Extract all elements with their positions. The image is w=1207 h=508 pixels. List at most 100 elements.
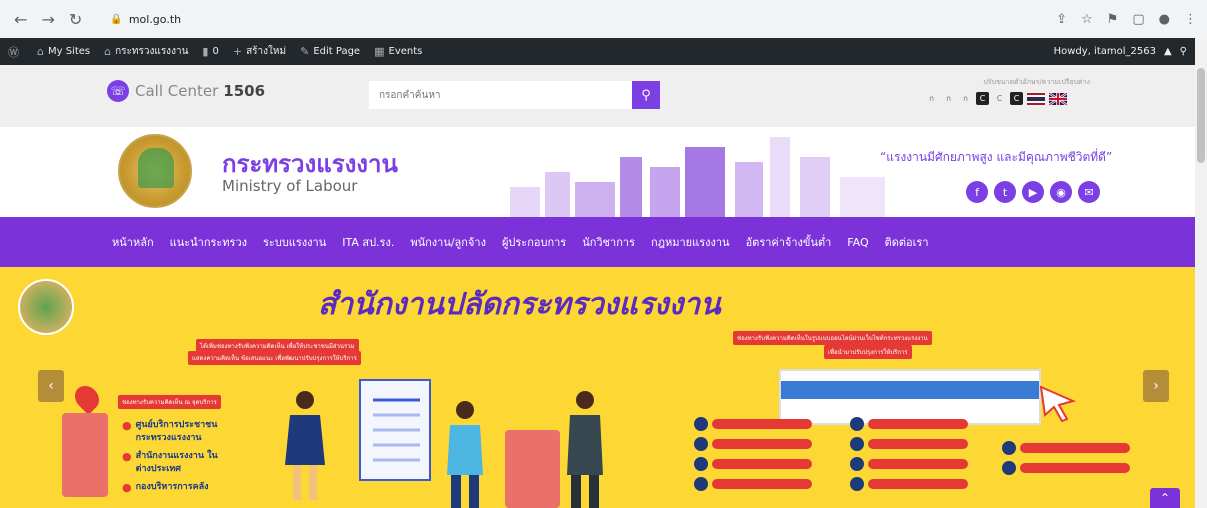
menu-item-faq[interactable]: FAQ xyxy=(847,236,868,249)
my-sites-link[interactable]: ⌂ My Sites xyxy=(37,45,90,58)
social-links: f t ▶ ◉ ✉ xyxy=(966,181,1100,203)
chevron-left-icon: ‹ xyxy=(48,378,54,394)
channels-label: ช่องทางรับความคิดเห็น ณ จุดบริการ xyxy=(118,395,221,409)
skyline-illustration xyxy=(510,137,885,217)
window-icon[interactable]: ▢ xyxy=(1132,12,1144,27)
comment-icon: ▮ xyxy=(202,45,209,58)
forward-arrow-icon[interactable]: → xyxy=(37,8,58,30)
menu-item-contact[interactable]: ติดต่อเรา xyxy=(885,233,929,251)
lock-icon: 🔒 xyxy=(110,13,123,25)
banner-left-text-2: แสดงความคิดเห็น ข้อเสนอแนะ เพื่อพัฒนาปรั… xyxy=(188,351,361,365)
rss-icon[interactable]: ◉ xyxy=(1050,181,1072,203)
carousel-next-button[interactable]: › xyxy=(1143,370,1169,402)
chevron-up-icon: ⌃ xyxy=(1159,491,1171,505)
wp-admin-bar: Ⓦ ⌂ My Sites ⌂ กระทรวงแรงงาน ▮ 0 + สร้างใหม่… xyxy=(0,38,1195,65)
howdy-user[interactable]: Howdy, itamol_2563 xyxy=(1054,46,1156,57)
events-link[interactable]: ▦ Events xyxy=(374,45,422,58)
email-icon[interactable]: ✉ xyxy=(1078,181,1100,203)
menu-item-ita[interactable]: ITA สป.รง. xyxy=(342,233,394,251)
browser-toolbar: ← → ↻ 🔒 mol.go.th ⇪ ☆ ⚑ ▢ ● ⋮ xyxy=(0,0,1207,38)
user-avatar-icon[interactable]: ▲ xyxy=(1164,46,1172,57)
comments-link[interactable]: ▮ 0 xyxy=(202,45,218,58)
uk-flag-icon[interactable] xyxy=(1049,92,1067,105)
new-content-link[interactable]: + สร้างใหม่ xyxy=(233,44,286,59)
twitter-icon[interactable]: t xyxy=(994,181,1016,203)
carousel-prev-button[interactable]: ‹ xyxy=(38,370,64,402)
line-icon xyxy=(694,417,708,431)
star-icon[interactable]: ☆ xyxy=(1081,12,1093,27)
banner-right-text-1: ช่องทางรับฟังความคิดเห็นในรูปแบบออนไลน์ผ… xyxy=(733,331,932,345)
font-medium-button[interactable]: ก xyxy=(942,92,955,105)
accessibility-controls: ก ก ก C C C xyxy=(925,92,1067,105)
thai-flag-icon[interactable] xyxy=(1027,92,1045,105)
mail-icon xyxy=(1002,461,1016,475)
profile-icon[interactable]: ● xyxy=(1159,12,1170,27)
cursor-pointer-icon xyxy=(1039,385,1076,423)
site-name-link[interactable]: ⌂ กระทรวงแรงงาน xyxy=(104,44,188,59)
search-icon: ⚲ xyxy=(641,87,651,103)
globe-icon xyxy=(850,417,864,431)
people-illustration xyxy=(285,379,603,508)
channel-row xyxy=(850,457,968,471)
person-icon xyxy=(1002,441,1016,455)
chevron-right-icon: › xyxy=(1153,378,1159,394)
contrast-normal-button[interactable]: C xyxy=(993,92,1006,105)
link-icon xyxy=(850,477,864,491)
menu-item-employees[interactable]: พนักงาน/ลูกจ้าง xyxy=(410,233,486,251)
ministry-slogan: “แรงงานมีศักยภาพสูง และมีคุณภาพชีวิตที่ด… xyxy=(880,150,1113,164)
email-icon xyxy=(694,477,708,491)
menu-icon[interactable]: ⋮ xyxy=(1184,12,1197,27)
page-scrollbar[interactable] xyxy=(1195,38,1207,508)
channel-list: ● ศูนย์บริการประชาชน กระทรวงแรงงาน ● สำนัก… xyxy=(122,419,226,499)
ministry-seal-logo xyxy=(18,279,74,335)
facebook-icon xyxy=(694,457,708,471)
menu-item-about[interactable]: แนะนำกระทรวง xyxy=(170,233,247,251)
youtube-icon[interactable]: ▶ xyxy=(1022,181,1044,203)
extensions-icon[interactable]: ⚑ xyxy=(1107,12,1119,27)
contrast-high-button[interactable]: C xyxy=(1010,92,1023,105)
edit-page-link[interactable]: ✎ Edit Page xyxy=(300,45,360,58)
search-button[interactable]: ⚲ xyxy=(632,81,660,109)
call-center: ☏ Call Center 1506 xyxy=(107,80,265,102)
main-menu: หน้าหลัก แนะนำกระทรวง ระบบแรงงาน ITA สป.… xyxy=(0,217,1195,267)
call-center-label: Call Center xyxy=(135,82,219,100)
menu-item-minimum-wage[interactable]: อัตราค่าจ้างขั้นต่ำ xyxy=(746,233,832,251)
scrollbar-thumb[interactable] xyxy=(1197,68,1205,163)
contrast-dark-button[interactable]: C xyxy=(976,92,989,105)
channel-row xyxy=(694,437,812,451)
menu-item-academics[interactable]: นักวิชาการ xyxy=(582,233,635,251)
plus-icon: + xyxy=(232,45,243,58)
channel-row xyxy=(1002,441,1130,455)
search-icon[interactable]: ⚲ xyxy=(1180,46,1187,57)
pin-icon: ● xyxy=(122,419,132,432)
pin-icon: ● xyxy=(122,481,132,494)
accessibility-label: ปรับขนาดตัวอักษร/ความเปรียบต่าง xyxy=(983,78,1090,86)
search-input[interactable] xyxy=(369,81,632,109)
menu-item-employers[interactable]: ผู้ประกอบการ xyxy=(502,233,566,251)
menu-item-labour-law[interactable]: กฎหมายแรงงาน xyxy=(651,233,730,251)
channel-row xyxy=(1002,461,1130,475)
menu-item-home[interactable]: หน้าหลัก xyxy=(112,233,154,251)
channel-row xyxy=(850,437,968,451)
ministry-seal-logo[interactable] xyxy=(118,134,192,208)
menu-item-labour-system[interactable]: ระบบแรงงาน xyxy=(263,233,326,251)
phone-icon xyxy=(694,437,708,451)
banner-title: สำนักงานปลัดกระทรวงแรงงาน xyxy=(318,287,721,322)
list-item: ● ศูนย์บริการประชาชน กระทรวงแรงงาน xyxy=(122,419,218,443)
channel-row xyxy=(694,477,812,491)
reload-icon[interactable]: ↻ xyxy=(65,8,86,30)
back-to-top-button[interactable]: ⌃ xyxy=(1150,488,1180,508)
list-item: ● กองบริหารการคลัง xyxy=(122,481,209,494)
facebook-icon[interactable]: f xyxy=(966,181,988,203)
address-bar[interactable]: 🔒 mol.go.th xyxy=(100,6,1056,32)
font-large-button[interactable]: ก xyxy=(959,92,972,105)
site-search: ⚲ xyxy=(369,81,660,109)
font-small-button[interactable]: ก xyxy=(925,92,938,105)
call-center-number: 1506 xyxy=(223,82,266,100)
calendar-icon: ▦ xyxy=(374,45,385,58)
banner-right-text-2: เพื่อนำมาปรับปรุงการให้บริการ xyxy=(824,345,912,359)
share-icon[interactable]: ⇪ xyxy=(1056,12,1067,27)
ministry-name-english: Ministry of Labour xyxy=(222,177,358,195)
back-arrow-icon[interactable]: ← xyxy=(10,8,31,30)
wordpress-logo-icon[interactable]: Ⓦ xyxy=(8,44,23,60)
